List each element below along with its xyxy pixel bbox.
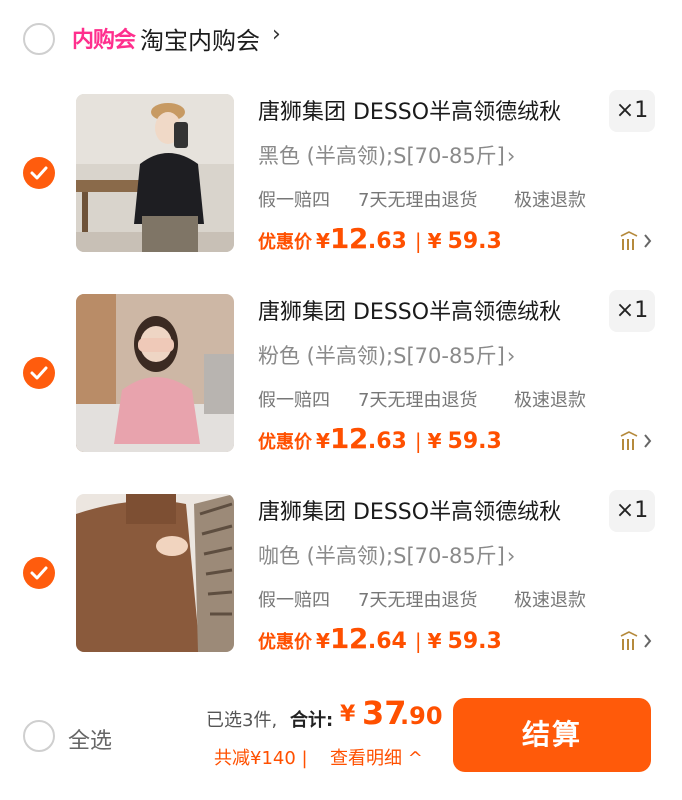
sku-text: 粉色 (半高领);S[70-85斤] [258,344,505,368]
service-tag: 假一赔四 [258,390,330,411]
original-price: 59.3 [447,229,502,254]
store-chevron-icon[interactable]: › [272,22,281,47]
check-icon [30,166,48,180]
price-label: 优惠价 [258,632,312,653]
cart-item: 唐狮集团 DESSO半高领德绒秋 ×1 黑色 (半高领);S[70-85斤]› … [0,90,682,294]
price-row: 优惠价 ¥12.64 | ¥59.3 [258,622,502,658]
store-select-radio[interactable] [23,23,55,55]
product-thumbnail[interactable] [76,94,234,252]
service-tag: 7天无理由退货 [358,390,478,411]
price-integer: 12 [329,622,368,655]
price-currency: ¥ [316,629,330,653]
store-header: 内购会 淘宝内购会 › [0,0,682,78]
view-details-link[interactable]: 查看明细 ^ [330,744,423,770]
quantity-badge[interactable]: ×1 [609,490,655,532]
product-thumbnail[interactable] [76,494,234,652]
price-integer: 12 [329,222,368,255]
price-separator: | [414,229,422,253]
similar-items-icon[interactable] [618,428,658,454]
price-row: 优惠价 ¥12.63 | ¥59.3 [258,422,502,458]
product-sku[interactable]: 黑色 (半高领);S[70-85斤]› [258,140,515,170]
quantity-badge[interactable]: ×1 [609,290,655,332]
product-sku[interactable]: 粉色 (半高领);S[70-85斤]› [258,340,515,370]
original-price: 59.3 [447,429,502,454]
check-icon [30,366,48,380]
original-currency: ¥ [427,629,442,653]
sku-text: 咖色 (半高领);S[70-85斤] [258,544,505,568]
similar-items-icon[interactable] [618,228,658,254]
service-tag: 7天无理由退货 [358,590,478,611]
sku-chevron-icon: › [506,344,516,368]
service-tag: 7天无理由退货 [358,190,478,211]
item-checkbox[interactable] [23,157,55,189]
product-title[interactable]: 唐狮集团 DESSO半高领德绒秋 [258,294,561,326]
price-currency: ¥ [316,429,330,453]
selected-count: 已选3件, [206,710,278,731]
price-decimal: .64 [367,629,407,654]
service-tag: 极速退款 [514,190,586,211]
select-all-radio[interactable] [23,720,55,752]
store-name[interactable]: 淘宝内购会 [140,21,260,56]
price-label: 优惠价 [258,432,312,453]
product-title[interactable]: 唐狮集团 DESSO半高领德绒秋 [258,94,561,126]
check-icon [30,566,48,580]
original-currency: ¥ [427,229,442,253]
total-label: 合计: [290,710,334,731]
total-decimal: .90 [400,702,443,730]
price-currency: ¥ [316,229,330,253]
store-badge: 内购会 [72,28,136,53]
item-checkbox[interactable] [23,357,55,389]
service-tag: 假一赔四 [258,190,330,211]
similar-items-icon[interactable] [618,628,658,654]
cart-item: 唐狮集团 DESSO半高领德绒秋 ×1 粉色 (半高领);S[70-85斤]› … [0,290,682,494]
quantity-badge[interactable]: ×1 [609,90,655,132]
service-tag: 极速退款 [514,590,586,611]
product-title[interactable]: 唐狮集团 DESSO半高领德绒秋 [258,494,561,526]
price-decimal: .63 [367,229,407,254]
sku-chevron-icon: › [506,144,516,168]
service-tag: 假一赔四 [258,590,330,611]
product-sku[interactable]: 咖色 (半高领);S[70-85斤]› [258,540,515,570]
price-row: 优惠价 ¥12.63 | ¥59.3 [258,222,502,258]
price-separator: | [414,629,422,653]
product-thumbnail[interactable] [76,294,234,452]
sku-text: 黑色 (半高领);S[70-85斤] [258,144,505,168]
item-checkbox[interactable] [23,557,55,589]
discount-summary: 共减¥140 | [214,748,308,769]
price-integer: 12 [329,422,368,455]
price-label: 优惠价 [258,232,312,253]
service-tag: 极速退款 [514,390,586,411]
price-separator: | [414,429,422,453]
original-currency: ¥ [427,429,442,453]
select-all-label[interactable]: 全选 [68,723,112,755]
checkout-button[interactable]: 结算 [453,698,651,772]
original-price: 59.3 [447,629,502,654]
total-currency: ¥ [340,702,356,727]
checkout-bar: 全选 已选3件, 合计: ¥ 37 .90 共减¥140 | 查看明细 ^ 结算 [0,688,682,800]
sku-chevron-icon: › [506,544,516,568]
cart-item: 唐狮集团 DESSO半高领德绒秋 ×1 咖色 (半高领);S[70-85斤]› … [0,490,682,694]
price-decimal: .63 [367,429,407,454]
